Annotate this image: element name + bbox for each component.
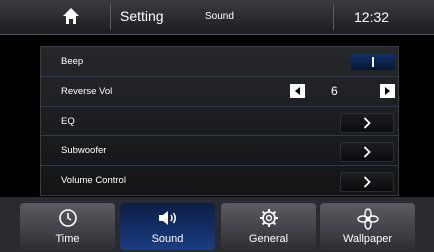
home-icon xyxy=(63,8,79,24)
home-button[interactable] xyxy=(40,0,110,34)
chevron-right-icon xyxy=(363,116,371,129)
gear-icon xyxy=(259,209,278,227)
setting-label: Reverse Vol xyxy=(61,85,113,97)
nav-wallpaper-button[interactable]: Wallpaper xyxy=(320,203,415,250)
setting-row-reverse-vol: Reverse Vol 6 xyxy=(41,77,398,107)
setting-row-beep: Beep xyxy=(41,47,398,77)
nav-label: General xyxy=(248,233,289,245)
page-title: Setting xyxy=(120,8,164,24)
chevron-right-icon xyxy=(363,146,371,159)
reverse-vol-value: 6 xyxy=(331,83,338,98)
setting-row-volume-control[interactable]: Volume Control xyxy=(41,166,398,195)
nav-label: Sound xyxy=(151,233,184,245)
setting-label: Subwoofer xyxy=(61,145,107,157)
nav-label: Time xyxy=(55,233,80,245)
divider xyxy=(333,4,334,30)
bottom-nav: Time Sound General Wallpaper xyxy=(0,197,434,252)
chevron-right-icon xyxy=(363,176,371,188)
settings-list: Beep Reverse Vol 6 EQ Subwoofer Volume C… xyxy=(40,46,399,196)
setting-row-eq[interactable]: EQ xyxy=(41,107,398,137)
setting-label: EQ xyxy=(61,115,75,127)
flower-icon xyxy=(356,208,379,230)
volume-control-open-button[interactable] xyxy=(340,172,394,193)
clock-icon xyxy=(58,209,77,227)
section-title: Sound xyxy=(205,11,234,22)
setting-label: Beep xyxy=(61,56,84,67)
speaker-icon xyxy=(158,211,176,225)
decrease-button[interactable] xyxy=(290,83,305,98)
setting-row-subwoofer[interactable]: Subwoofer xyxy=(41,136,398,167)
setting-label: Volume Control xyxy=(61,175,126,187)
eq-open-button[interactable] xyxy=(340,112,394,133)
nav-general-button[interactable]: General xyxy=(221,203,316,250)
nav-label: Wallpaper xyxy=(342,233,393,245)
beep-toggle[interactable] xyxy=(351,54,395,70)
arrow-left-icon xyxy=(295,86,300,95)
increase-button[interactable] xyxy=(380,83,395,98)
divider xyxy=(110,4,111,30)
toggle-on-indicator xyxy=(372,57,374,67)
nav-time-button[interactable]: Time xyxy=(20,203,115,250)
top-bar: Setting Sound 12:32 xyxy=(0,0,434,35)
subwoofer-open-button[interactable] xyxy=(340,142,394,163)
clock-time: 12:32 xyxy=(354,9,390,25)
arrow-right-icon xyxy=(385,86,390,95)
nav-sound-button[interactable]: Sound xyxy=(120,203,215,250)
